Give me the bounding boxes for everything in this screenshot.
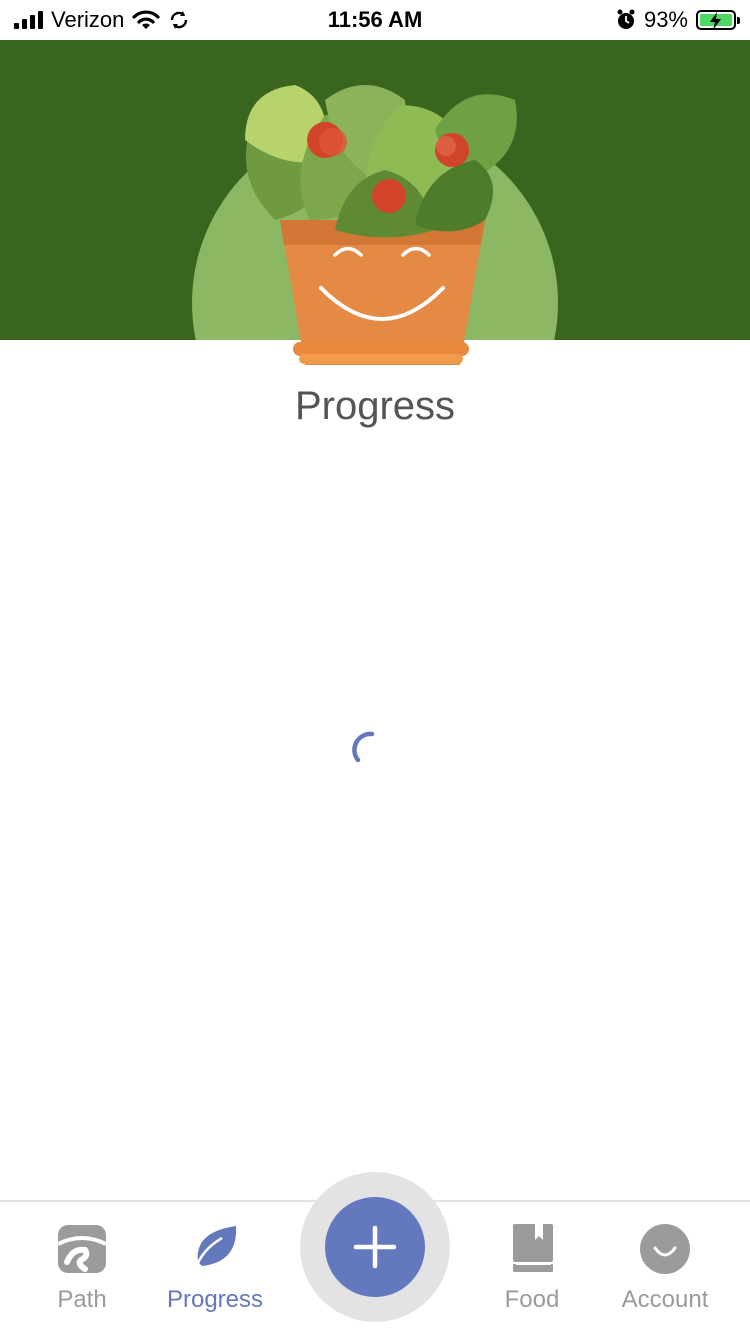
tab-account[interactable]: Account <box>600 1218 730 1328</box>
signal-icon <box>14 11 43 29</box>
status-right: 93% <box>616 0 740 40</box>
tab-path-label: Path <box>57 1286 107 1313</box>
path-icon <box>57 1225 107 1273</box>
page-title: Progress <box>294 384 456 428</box>
book-icon <box>513 1224 553 1272</box>
smiling-plant-illustration <box>245 85 517 365</box>
sync-icon <box>171 11 188 29</box>
tab-progress-label: Progress <box>166 1286 264 1313</box>
carrier-name: Verizon <box>51 7 125 32</box>
loading-spinner <box>352 731 375 763</box>
plus-icon <box>353 1225 397 1269</box>
account-icon <box>640 1224 690 1274</box>
status-bar: Verizon 11:56 AM 93% <box>0 0 750 40</box>
battery-percent: 93% <box>643 7 688 32</box>
alarm-icon <box>617 9 635 29</box>
battery-charging-icon <box>696 10 740 30</box>
tab-path[interactable]: Path <box>17 1218 147 1328</box>
wifi-icon <box>132 10 160 29</box>
tab-food[interactable]: Food <box>467 1218 597 1328</box>
tab-food-label: Food <box>504 1286 560 1313</box>
tab-progress[interactable]: Progress <box>150 1218 280 1328</box>
status-left: Verizon <box>14 0 190 40</box>
add-button[interactable] <box>325 1197 425 1297</box>
tab-account-label: Account <box>621 1286 709 1313</box>
leaf-icon <box>192 1226 237 1276</box>
